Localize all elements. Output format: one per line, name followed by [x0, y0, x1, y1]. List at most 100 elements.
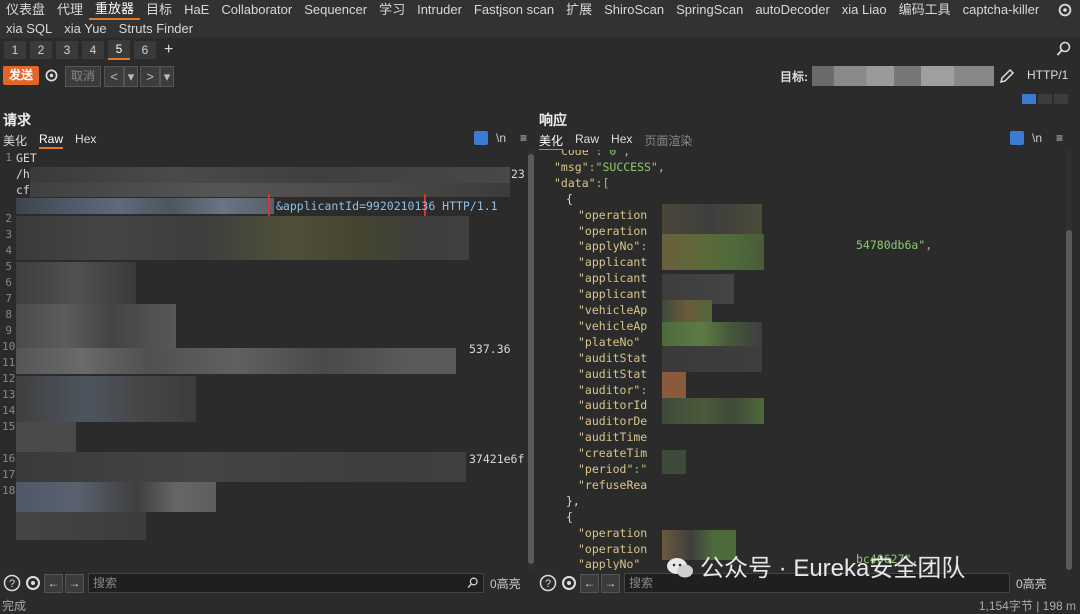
json-key: "operation [578, 541, 648, 556]
gear-icon[interactable] [560, 574, 578, 592]
line-number: 16 [2, 452, 16, 465]
json-line: "data":[ [554, 176, 609, 190]
repeater-tab[interactable]: 1 [4, 41, 26, 59]
top-tab[interactable]: autoDecoder [749, 1, 835, 19]
top-tab[interactable]: Intruder [411, 1, 468, 19]
json-value: { [566, 191, 573, 206]
forward-dropdown-icon[interactable]: ▾ [160, 66, 174, 87]
repeater-tab[interactable]: 4 [82, 41, 104, 59]
cancel-button[interactable]: 取消 [65, 66, 101, 87]
json-key: "period" [578, 462, 634, 476]
top-tab[interactable]: 学习 [373, 1, 411, 19]
json-key: "msg" [554, 159, 589, 174]
watermark-text: 公众号 · Eureka安全团队 [700, 555, 966, 582]
line-number: 18 [2, 484, 16, 497]
help-icon[interactable]: ? [3, 574, 21, 592]
top-tab[interactable]: 目标 [140, 1, 178, 19]
help-icon[interactable]: ? [539, 574, 557, 592]
json-line: "msg":"SUCCESS", [554, 160, 665, 174]
json-line: "auditor": [578, 383, 647, 397]
top-tab[interactable]: ShiroScan [598, 1, 670, 19]
plus-icon[interactable]: + [164, 41, 173, 59]
search-icon[interactable] [1056, 41, 1072, 57]
gear-icon[interactable] [43, 67, 60, 84]
search-placeholder: 搜索 [629, 576, 654, 590]
status-right: 1,154字节 | 198 m [978, 599, 1076, 613]
target-host-redacted[interactable] [812, 66, 994, 86]
top-tab[interactable]: 代理 [51, 1, 89, 19]
top-tab[interactable]: HaE [178, 1, 215, 19]
top-tab[interactable]: xia Liao [836, 1, 893, 19]
request-line-applicantid: &applicantId=9920210136 HTTP/1.1 [276, 199, 498, 213]
menu-icon[interactable]: ≡ [1056, 131, 1063, 145]
top-tab[interactable]: 仪表盘 [0, 1, 51, 19]
response-tools: \n ≡ [1010, 131, 1063, 145]
arrow-right-icon[interactable]: → [601, 573, 620, 593]
newline-toggle[interactable]: \n [1032, 131, 1042, 145]
top-tab[interactable]: Fastjson scan [468, 1, 560, 19]
request-tab[interactable]: Raw [39, 132, 64, 149]
json-line: "vehicleAp [578, 303, 647, 317]
request-tab[interactable]: Hex [75, 132, 96, 149]
json-value: : [640, 382, 648, 397]
top-tab[interactable]: 编码工具 [893, 1, 957, 19]
top-tab[interactable]: SpringScan [670, 1, 749, 19]
json-line: "operation [578, 526, 647, 540]
top-tab[interactable]: 扩展 [560, 1, 598, 19]
top-tab[interactable]: 重放器 [89, 0, 141, 20]
json-value: :" [633, 462, 648, 476]
top-menu-bar: 仪表盘 代理 重放器 目标 HaE Collaborator Sequencer 学习 Intr… [0, 0, 1080, 38]
response-tab[interactable]: Raw [575, 132, 599, 151]
repeater-tab[interactable]: 5 [108, 40, 130, 60]
wrap-icon[interactable] [1010, 131, 1024, 145]
top-tab[interactable]: xia SQL [0, 20, 58, 38]
line-number: 15 [2, 420, 16, 433]
arrow-left-icon[interactable]: ← [580, 573, 599, 593]
gear-icon[interactable] [1056, 1, 1074, 19]
request-search-input[interactable]: 搜索 [88, 573, 484, 593]
json-value: }, [566, 493, 580, 508]
request-scrollbar[interactable] [528, 150, 534, 570]
repeater-tab[interactable]: 3 [56, 41, 78, 59]
top-tab[interactable]: Collaborator [215, 1, 298, 19]
gear-icon[interactable] [24, 574, 42, 592]
status-left: 完成 [2, 599, 27, 613]
json-value: :[ [595, 175, 610, 190]
back-dropdown-icon[interactable]: ▾ [124, 66, 138, 87]
json-key: "applyNo" [578, 239, 641, 254]
json-line: "applyNo" [578, 557, 640, 570]
repeater-tab[interactable]: 6 [134, 41, 156, 59]
json-line: "period":" [578, 462, 647, 476]
search-icon[interactable] [467, 577, 479, 589]
json-key: "auditTime [578, 430, 648, 445]
top-tab[interactable]: captcha-killer [957, 1, 1046, 19]
response-tab[interactable]: Hex [611, 132, 632, 151]
send-button[interactable]: 发送 [3, 66, 39, 85]
json-key: "plateNo" [578, 334, 641, 349]
wrap-icon[interactable] [474, 131, 488, 145]
json-line: "code":"0", [554, 150, 630, 158]
top-tab[interactable]: xia Yue [58, 20, 112, 38]
arrow-right-icon[interactable]: → [65, 573, 84, 593]
response-editor[interactable]: "code":"0", "msg":"SUCCESS", "data":[{ "ope… [536, 150, 1066, 570]
response-tab[interactable]: 页面渲染 [644, 132, 692, 151]
line-number: 1 [5, 151, 12, 164]
back-button[interactable]: < [104, 66, 124, 87]
forward-button[interactable]: > [140, 66, 160, 87]
request-editor[interactable]: 1 2 3 4 5 6 7 8 9 10 11 12 13 14 15 16 17 18 GET /h cf &a… [0, 150, 528, 570]
request-tab[interactable]: 美化 [3, 132, 27, 149]
pencil-icon[interactable] [998, 67, 1016, 85]
response-fragment: 54780db6a", [856, 238, 933, 252]
arrow-left-icon[interactable]: ← [44, 573, 63, 593]
request-title: 请求 [3, 112, 31, 128]
json-line: "auditStat [578, 367, 647, 381]
repeater-tab[interactable]: 2 [30, 41, 52, 59]
response-tab[interactable]: 美化 [539, 132, 564, 151]
json-key: "applicant [578, 287, 648, 302]
svg-text:?: ? [545, 578, 551, 590]
top-tab[interactable]: Struts Finder [113, 20, 199, 38]
response-scrollbar[interactable] [1066, 150, 1072, 570]
top-tab[interactable]: Sequencer [298, 1, 373, 19]
newline-toggle[interactable]: \n [496, 131, 506, 145]
menu-icon[interactable]: ≡ [520, 131, 527, 145]
